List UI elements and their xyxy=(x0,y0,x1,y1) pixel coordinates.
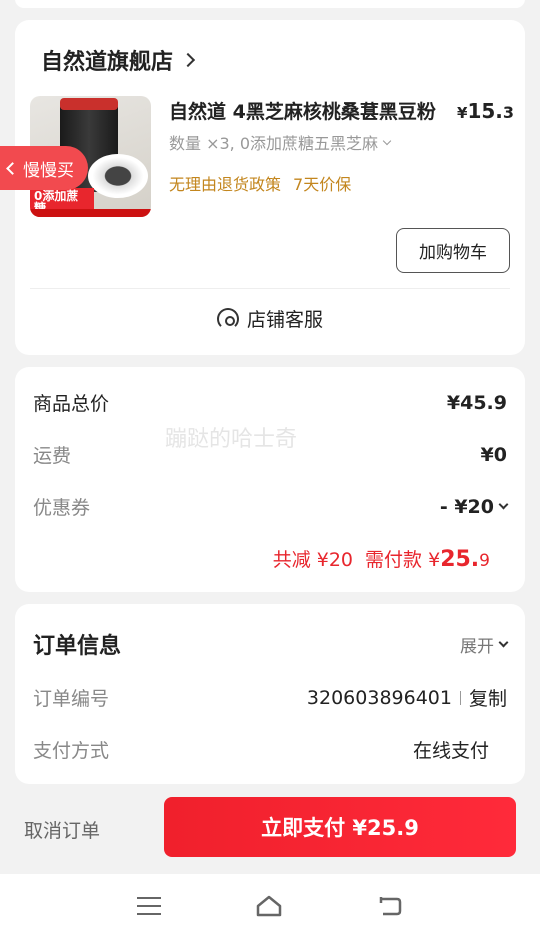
system-nav-bar xyxy=(0,874,540,938)
slow-buy-tab[interactable]: 慢慢买 xyxy=(0,146,88,190)
add-to-cart-button[interactable]: 加购物车 xyxy=(396,228,510,273)
total-line: 共减 ¥20 需付款 ¥25.9 xyxy=(273,545,490,572)
need-pay-label: 需付款 xyxy=(365,549,423,571)
row-total: 商品总价 ¥45.9 xyxy=(33,389,507,416)
thumb-strip xyxy=(30,209,151,217)
separator xyxy=(459,690,461,705)
pay-now-button[interactable]: 立即支付 ¥25.9 xyxy=(164,797,516,857)
chevron-right-icon xyxy=(180,52,196,68)
need-pay: 需付款 ¥25.9 xyxy=(365,545,490,572)
tag-return-policy: 无理由退货政策 xyxy=(169,175,282,194)
store-name-link[interactable]: 自然道旗舰店 xyxy=(41,44,196,76)
price-summary-card: 商品总价 ¥45.9 蹦跶的哈士奇 运费 ¥0 优惠券 - ¥20 共减 ¥20… xyxy=(15,367,525,592)
cancel-order-button[interactable]: 取消订单 xyxy=(24,816,100,843)
row-coupon[interactable]: 优惠券 - ¥20 xyxy=(33,493,509,520)
total-value: ¥45.9 xyxy=(446,391,507,414)
copy-button[interactable]: 复制 xyxy=(469,684,507,711)
previous-card xyxy=(15,0,525,8)
product-price: ¥15.3 xyxy=(457,99,514,123)
need-pay-dec: 9 xyxy=(479,551,490,571)
home-icon[interactable] xyxy=(255,894,283,918)
shipping-label: 运费 xyxy=(33,445,72,467)
divider xyxy=(30,288,510,289)
order-no-label: 订单编号 xyxy=(33,688,110,710)
pay-method-label: 支付方式 xyxy=(33,740,110,762)
store-card: 自然道旗舰店 0添加蔗糖 自然道 4黑芝麻核桃桑葚黑豆粉 ¥15.3 数量 ×3… xyxy=(15,20,525,355)
store-service-button[interactable]: 店铺客服 xyxy=(15,305,525,332)
product-spec[interactable]: 数量 ×3, 0添加蔗糖五黑芝麻 xyxy=(169,130,392,154)
shipping-value: ¥0 xyxy=(480,443,507,466)
headset-icon xyxy=(216,307,239,330)
order-no: 320603896401 xyxy=(306,686,452,709)
order-info-card: 订单信息 展开 订单编号 320603896401 复制 支付方式 在线支付 xyxy=(15,604,525,784)
total-label: 商品总价 xyxy=(33,393,110,415)
product-title[interactable]: 自然道 4黑芝麻核桃桑葚黑豆粉 xyxy=(169,97,439,124)
reduce-text: 共减 ¥20 xyxy=(272,549,354,571)
expand-button[interactable]: 展开 xyxy=(460,632,509,657)
spec-text: 数量 ×3, 0添加蔗糖五黑芝麻 xyxy=(169,134,379,153)
order-no-group: 320603896401 复制 xyxy=(307,684,507,711)
store-name: 自然道旗舰店 xyxy=(41,50,174,75)
need-pay-int: 25. xyxy=(440,547,480,572)
row-order-no: 订单编号 320603896401 复制 xyxy=(33,684,507,711)
chevron-down-icon xyxy=(382,136,392,145)
chevron-left-icon xyxy=(6,161,19,175)
product-tags: 无理由退货政策 7天价保 xyxy=(169,171,351,195)
need-pay-currency: ¥ xyxy=(428,549,441,571)
tag-price-protect: 7天价保 xyxy=(293,175,352,194)
coupon-amount: - ¥20 xyxy=(439,495,494,518)
price-int: 15. xyxy=(467,99,503,123)
service-label: 店铺客服 xyxy=(246,309,323,331)
back-icon[interactable] xyxy=(377,895,403,917)
menu-icon[interactable] xyxy=(137,897,161,915)
slow-buy-label: 慢慢买 xyxy=(23,160,74,181)
bottom-action-bar: 取消订单 立即支付 ¥25.9 xyxy=(0,784,540,874)
row-shipping: 运费 ¥0 xyxy=(33,441,507,468)
expand-label: 展开 xyxy=(460,637,494,657)
product-can-lid xyxy=(60,98,118,110)
coupon-label: 优惠券 xyxy=(33,497,91,519)
pay-method: 在线支付 xyxy=(412,740,489,762)
price-currency: ¥ xyxy=(457,104,468,122)
pay-now-label: 立即支付 ¥25.9 xyxy=(261,816,419,840)
product-bowl xyxy=(88,154,148,198)
row-pay-method: 支付方式 在线支付 xyxy=(33,736,507,763)
order-info-title: 订单信息 xyxy=(33,634,122,659)
price-dec: 3 xyxy=(502,103,515,122)
chevron-down-icon xyxy=(498,499,509,510)
chevron-down-icon xyxy=(498,637,509,648)
coupon-value[interactable]: - ¥20 xyxy=(439,495,509,518)
